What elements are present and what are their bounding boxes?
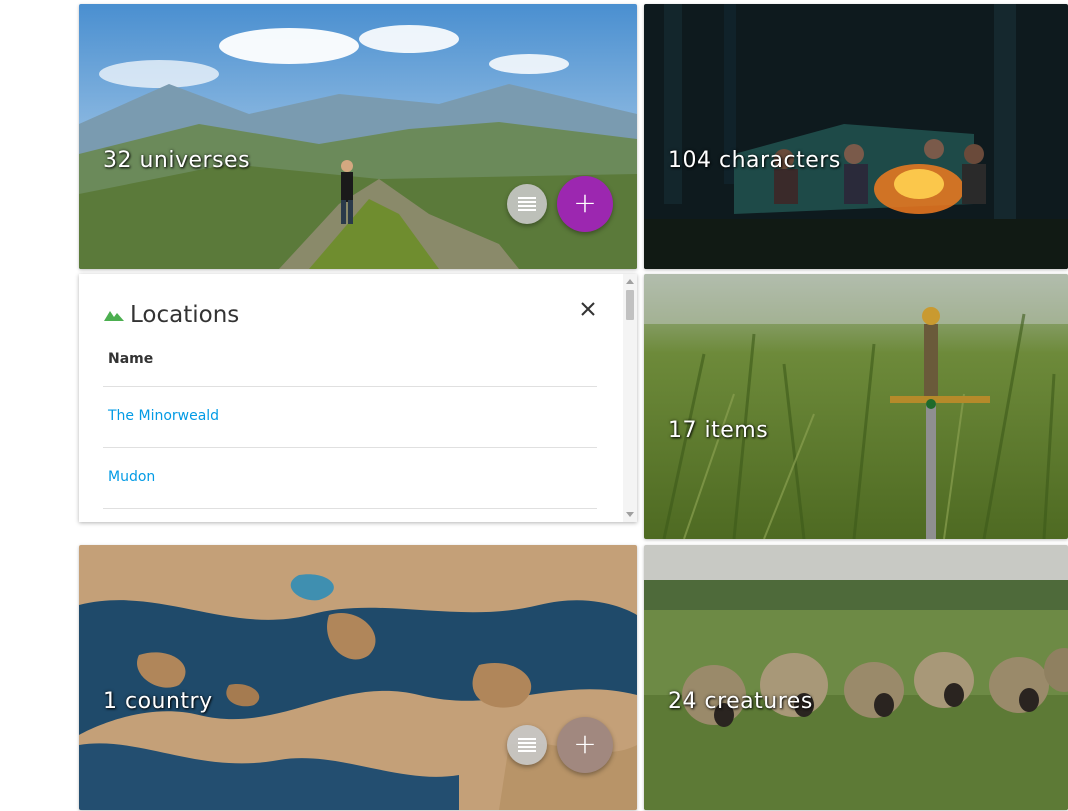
location-link[interactable]: The Minorweald bbox=[108, 408, 219, 424]
countries-count: 1 country bbox=[103, 689, 213, 714]
universes-list-button[interactable] bbox=[507, 184, 547, 224]
locations-title: Locations bbox=[130, 302, 240, 328]
terrain-icon bbox=[104, 311, 124, 321]
scrollbar-thumb[interactable] bbox=[626, 290, 634, 320]
close-icon[interactable] bbox=[577, 298, 599, 320]
divider bbox=[103, 386, 597, 387]
countries-card[interactable]: 1 country + bbox=[79, 545, 637, 810]
add-country-button[interactable]: + bbox=[557, 717, 613, 773]
plus-icon: + bbox=[573, 186, 597, 219]
add-universe-button[interactable]: + bbox=[557, 176, 613, 232]
characters-card[interactable]: 104 characters bbox=[644, 4, 1068, 269]
items-card[interactable]: 17 items bbox=[644, 274, 1068, 539]
aerial-lake-image bbox=[79, 545, 637, 810]
scroll-up-arrow-icon[interactable] bbox=[626, 279, 634, 284]
divider bbox=[103, 447, 597, 448]
countries-list-button[interactable] bbox=[507, 725, 547, 765]
plus-icon: + bbox=[573, 727, 597, 760]
universes-card[interactable]: 32 universes + bbox=[79, 4, 637, 269]
name-column-header: Name bbox=[108, 351, 154, 367]
items-count: 17 items bbox=[668, 418, 769, 443]
creatures-card[interactable]: 24 creatures bbox=[644, 545, 1068, 810]
location-link[interactable]: Mudon bbox=[108, 469, 155, 485]
scrollbar[interactable] bbox=[623, 274, 637, 522]
divider bbox=[103, 508, 597, 509]
sword-in-grass-image bbox=[644, 274, 1068, 539]
locations-panel: Locations Name The Minorweald Mudon bbox=[79, 274, 637, 522]
list-icon bbox=[518, 738, 536, 752]
list-icon bbox=[518, 197, 536, 211]
mountain-landscape-image bbox=[79, 4, 637, 269]
characters-count: 104 characters bbox=[668, 148, 841, 173]
campfire-image bbox=[644, 4, 1068, 269]
sheep-field-image bbox=[644, 545, 1068, 810]
creatures-count: 24 creatures bbox=[668, 689, 813, 714]
scroll-down-arrow-icon[interactable] bbox=[626, 512, 634, 517]
universes-count: 32 universes bbox=[103, 148, 251, 173]
